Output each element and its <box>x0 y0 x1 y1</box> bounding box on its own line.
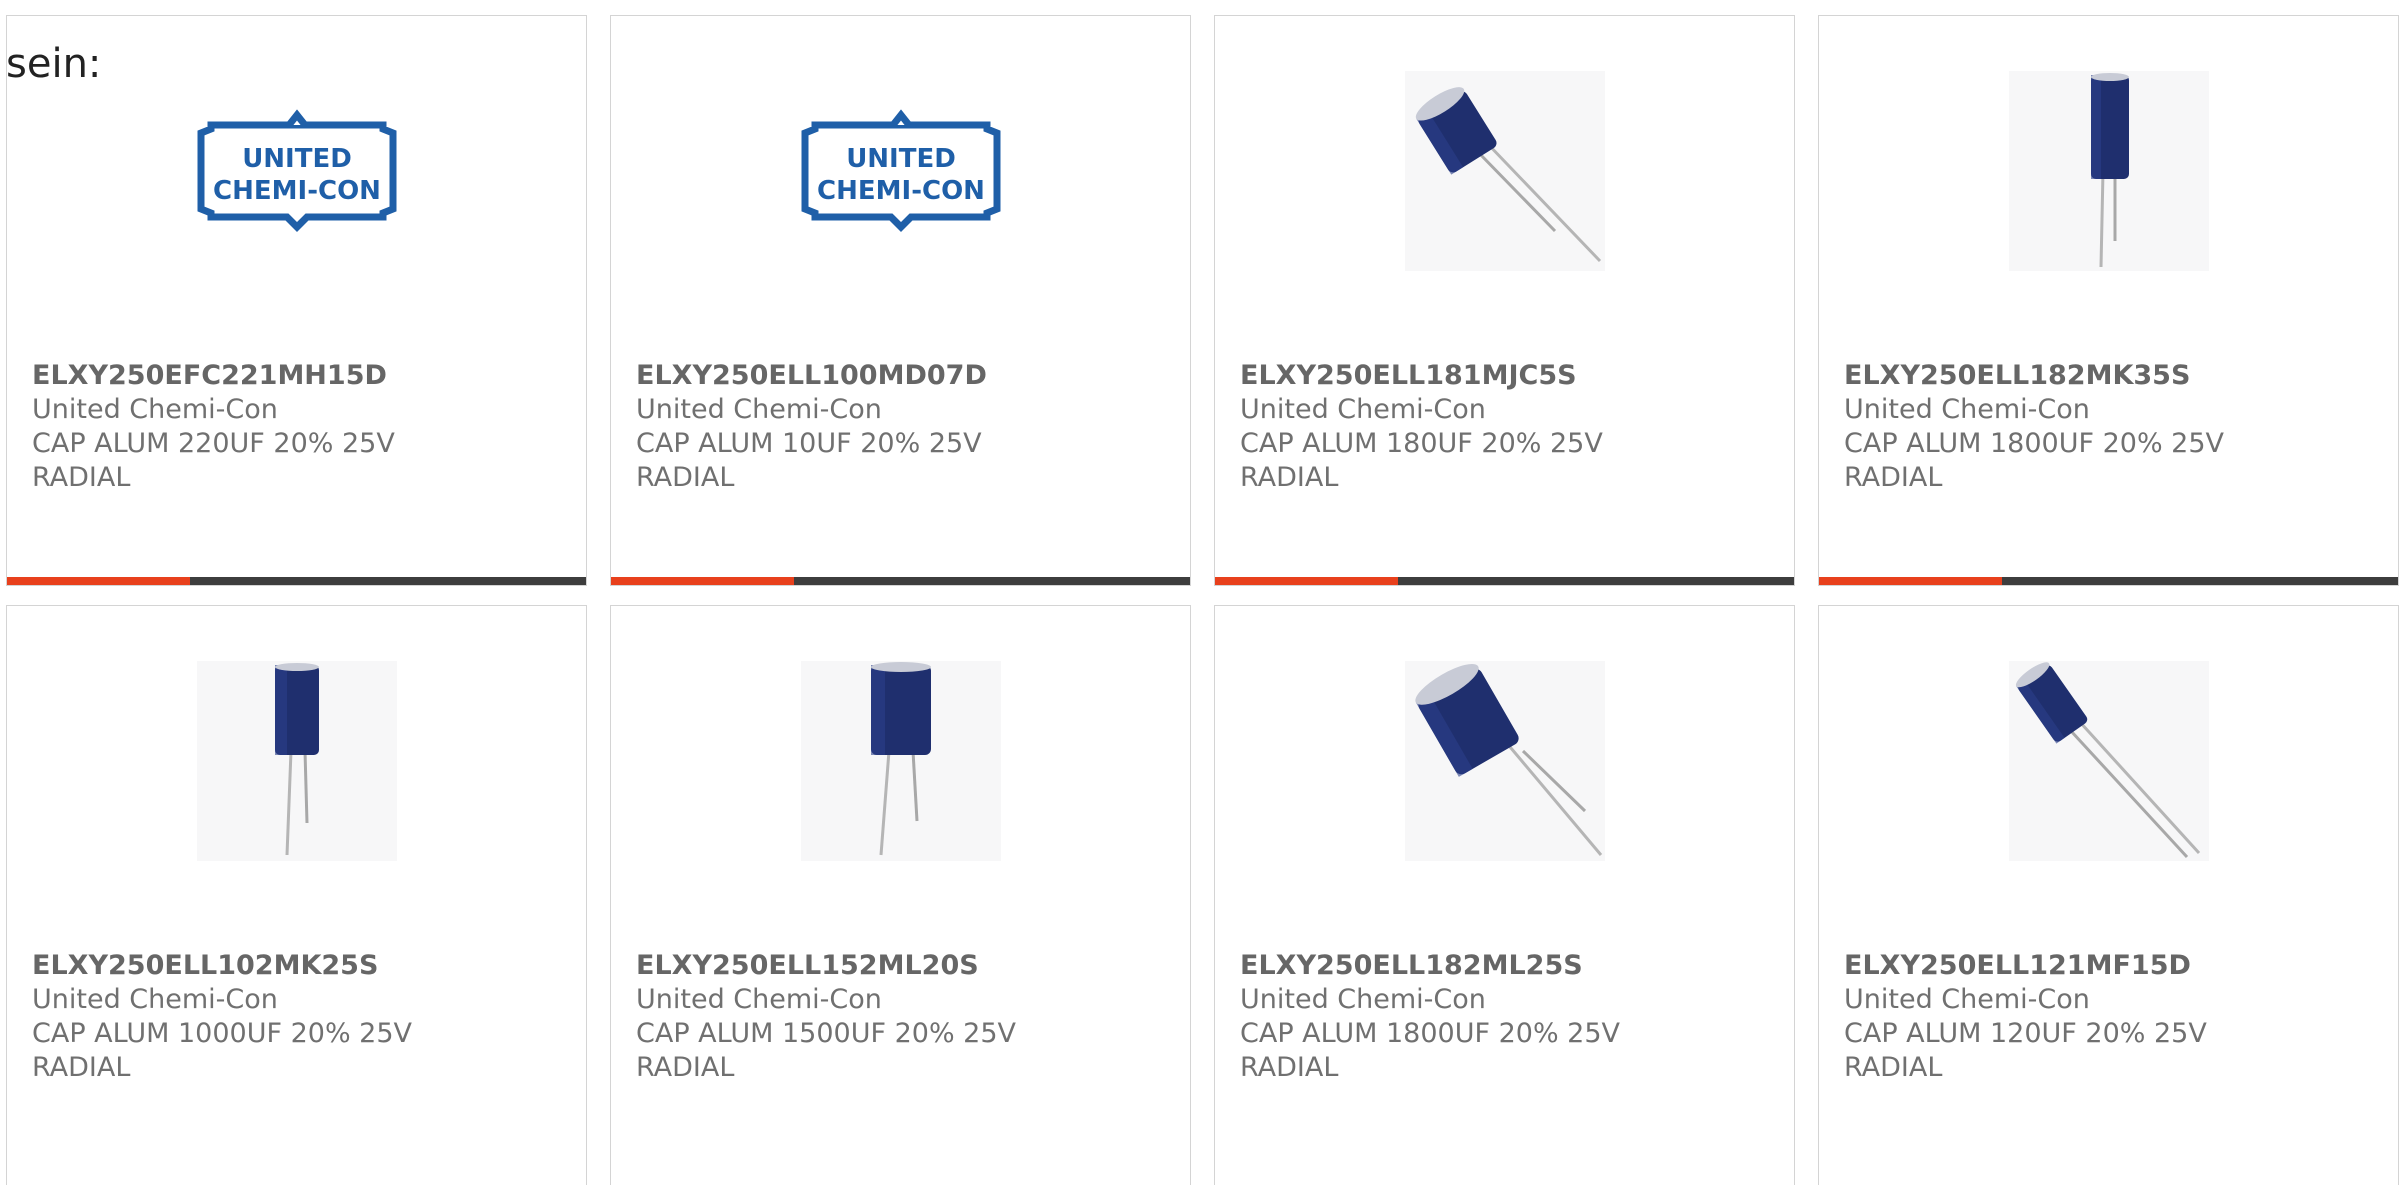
card-bottom-bar <box>611 577 1190 585</box>
card-accent-bar <box>1215 577 1398 585</box>
part-number-link[interactable]: ELXY250ELL102MK25S <box>32 949 566 983</box>
part-number-link[interactable]: ELXY250ELL182MK35S <box>1844 359 2378 393</box>
part-number-link[interactable]: ELXY250ELL121MF15D <box>1844 949 2378 983</box>
product-package: RADIAL <box>32 1052 131 1083</box>
product-description: CAP ALUM 180UF 20% 25V <box>1240 428 1603 459</box>
manufacturer-name: United Chemi-Con <box>1844 394 2090 425</box>
card-accent-bar <box>611 577 794 585</box>
product-description: CAP ALUM 220UF 20% 25V <box>32 428 395 459</box>
product-image <box>800 661 1001 861</box>
manufacturer-name: United Chemi-Con <box>1240 394 1486 425</box>
part-number-link[interactable]: ELXY250ELL182ML25S <box>1240 949 1774 983</box>
product-card[interactable]: ELXY250ELL121MF15D United Chemi-Con CAP … <box>1818 605 2399 1185</box>
manufacturer-name: United Chemi-Con <box>636 394 882 425</box>
product-description: CAP ALUM 10UF 20% 25V <box>636 428 982 459</box>
product-description: CAP ALUM 1000UF 20% 25V <box>32 1018 413 1049</box>
product-package: RADIAL <box>1844 462 1943 493</box>
manufacturer-name: United Chemi-Con <box>1240 984 1486 1015</box>
product-card[interactable]: ELXY250ELL181MJC5S United Chemi-Con CAP … <box>1214 15 1795 586</box>
product-package: RADIAL <box>1240 1052 1339 1083</box>
part-number-link[interactable]: ELXY250EFC221MH15D <box>32 359 566 393</box>
product-package: RADIAL <box>32 462 131 493</box>
product-package: RADIAL <box>1240 462 1339 493</box>
product-package: RADIAL <box>636 1052 735 1083</box>
manufacturer-name: United Chemi-Con <box>1844 984 2090 1015</box>
product-description: CAP ALUM 1800UF 20% 25V <box>1844 428 2225 459</box>
product-image <box>1404 71 1605 271</box>
manufacturer-logo: UNITED CHEMI-CON <box>801 71 1001 271</box>
product-image <box>2008 71 2209 271</box>
card-accent-bar <box>7 577 190 585</box>
logo-line-1: UNITED <box>846 144 956 174</box>
product-description: CAP ALUM 1500UF 20% 25V <box>636 1018 1017 1049</box>
product-card[interactable]: ELXY250ELL152ML20S United Chemi-Con CAP … <box>610 605 1191 1185</box>
card-bottom-bar <box>1215 577 1794 585</box>
product-description: CAP ALUM 1800UF 20% 25V <box>1240 1018 1621 1049</box>
product-image <box>2008 661 2209 861</box>
logo-line-1: UNITED <box>242 144 352 174</box>
product-card[interactable]: ELXY250ELL182ML25S United Chemi-Con CAP … <box>1214 605 1795 1185</box>
product-description: CAP ALUM 120UF 20% 25V <box>1844 1018 2207 1049</box>
product-image <box>196 661 397 861</box>
product-card[interactable]: ELXY250ELL102MK25S United Chemi-Con CAP … <box>6 605 587 1185</box>
part-number-link[interactable]: ELXY250ELL181MJC5S <box>1240 359 1774 393</box>
manufacturer-logo: UNITED CHEMI-CON <box>197 71 397 271</box>
product-card[interactable]: UNITED CHEMI-CON ELXY250ELL100MD07D Unit… <box>610 15 1191 586</box>
logo-line-2: CHEMI-CON <box>817 176 985 206</box>
card-bottom-bar <box>7 577 586 585</box>
part-number-link[interactable]: ELXY250ELL152ML20S <box>636 949 1170 983</box>
product-grid: UNITED CHEMI-CON ELXY250EFC221MH15D Unit… <box>0 0 2400 1185</box>
product-package: RADIAL <box>1844 1052 1943 1083</box>
product-card[interactable]: ELXY250ELL182MK35S United Chemi-Con CAP … <box>1818 15 2399 586</box>
card-accent-bar <box>1819 577 2002 585</box>
product-package: RADIAL <box>636 462 735 493</box>
product-card[interactable]: UNITED CHEMI-CON ELXY250EFC221MH15D Unit… <box>6 15 587 586</box>
card-bottom-bar <box>1819 577 2398 585</box>
section-heading: sein: <box>6 41 102 87</box>
part-number-link[interactable]: ELXY250ELL100MD07D <box>636 359 1170 393</box>
manufacturer-name: United Chemi-Con <box>32 984 278 1015</box>
product-image <box>1404 661 1605 861</box>
manufacturer-name: United Chemi-Con <box>32 394 278 425</box>
manufacturer-name: United Chemi-Con <box>636 984 882 1015</box>
logo-line-2: CHEMI-CON <box>213 176 381 206</box>
